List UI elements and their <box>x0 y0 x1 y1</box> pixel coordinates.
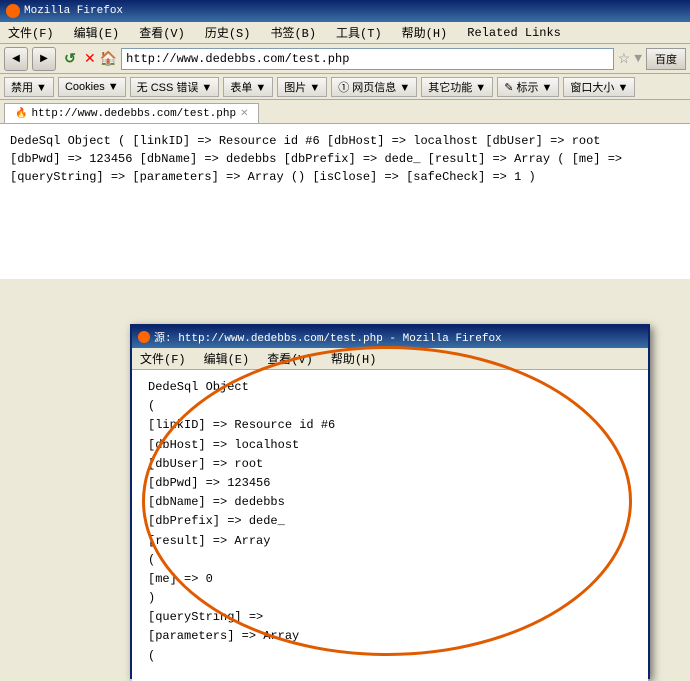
content-line-1: DedeSql Object ( [linkID] => Resource id… <box>10 132 680 150</box>
home-button[interactable]: 🏠 <box>100 50 117 67</box>
popup-line-11: ) <box>148 589 632 608</box>
bookmark-button[interactable]: ☆ <box>618 50 631 67</box>
content-line-3: [queryString] => [parameters] => Array (… <box>10 168 680 186</box>
menu-tools[interactable]: 工具(T) <box>332 23 386 42</box>
popup-line-2: [linkID] => Resource id #6 <box>148 416 632 435</box>
popup-menu-help[interactable]: 帮助(H) <box>327 349 381 368</box>
popup-menu-bar: 文件(F) 编辑(E) 查看(V) 帮助(H) <box>132 348 648 370</box>
popup-title-bar: 源: http://www.dedebbs.com/test.php - Moz… <box>132 326 648 348</box>
popup-menu-edit[interactable]: 编辑(E) <box>200 349 254 368</box>
popup-line-6: [dbName] => dedebbs <box>148 493 632 512</box>
menu-edit[interactable]: 编辑(E) <box>70 23 124 42</box>
menu-history[interactable]: 历史(S) <box>201 23 255 42</box>
url-input[interactable] <box>121 48 613 70</box>
popup-line-10: [me] => 0 <box>148 570 632 589</box>
popup-line-15: ( <box>148 647 632 666</box>
tab-close-button[interactable]: ✕ <box>240 108 248 120</box>
cookies-button[interactable]: Cookies ▼ <box>58 77 126 97</box>
tab-label: http://www.dedebbs.com/test.php <box>31 108 236 120</box>
disable-button[interactable]: 禁用 ▼ <box>4 77 54 97</box>
popup-line-3: [dbHost] => localhost <box>148 436 632 455</box>
forms-button[interactable]: 表单 ▼ <box>223 77 273 97</box>
browser-title: Mozilla Firefox <box>24 5 123 17</box>
back-button[interactable]: ◀ <box>4 47 28 71</box>
popup-firefox-icon <box>138 331 150 343</box>
popup-line-9: ( <box>148 551 632 570</box>
popup-line-4: [dbUser] => root <box>148 455 632 474</box>
pageinfo-button[interactable]: ① 网页信息 ▼ <box>331 77 417 97</box>
stop-button[interactable]: ✕ <box>84 50 96 67</box>
main-area: DedeSql Object ( [linkID] => Resource id… <box>0 124 690 279</box>
menu-bar: 文件(F) 编辑(E) 查看(V) 历史(S) 书签(B) 工具(T) 帮助(H… <box>0 22 690 44</box>
popup-content-area: DedeSql Object ( [linkID] => Resource id… <box>132 370 648 681</box>
search-button[interactable]: 百度 <box>646 48 686 70</box>
menu-file[interactable]: 文件(F) <box>4 23 58 42</box>
browser-title-bar: Mozilla Firefox <box>0 0 690 22</box>
popup-line-7: [dbPrefix] => dede_ <box>148 512 632 531</box>
content-line-2: [dbPwd] => 123456 [dbName] => dedebbs [d… <box>10 150 680 168</box>
forward-button[interactable]: ▶ <box>32 47 56 71</box>
popup-menu-view[interactable]: 查看(V) <box>263 349 317 368</box>
popup-line-0: DedeSql Object <box>148 378 632 397</box>
refresh-button[interactable]: ↺ <box>60 49 80 69</box>
popup-title-text: 源: http://www.dedebbs.com/test.php - Moz… <box>154 329 502 345</box>
windowsize-button[interactable]: 窗口大小 ▼ <box>563 77 635 97</box>
menu-related[interactable]: Related Links <box>463 25 565 41</box>
current-tab[interactable]: 🔥 http://www.dedebbs.com/test.php ✕ <box>4 103 259 123</box>
css-button[interactable]: 无 CSS 错误 ▼ <box>130 77 220 97</box>
popup-line-8: [result] => Array <box>148 532 632 551</box>
menu-bookmarks[interactable]: 书签(B) <box>266 23 320 42</box>
extension-toolbar: 禁用 ▼ Cookies ▼ 无 CSS 错误 ▼ 表单 ▼ 图片 ▼ ① 网页… <box>0 74 690 100</box>
page-content: DedeSql Object ( [linkID] => Resource id… <box>0 124 690 279</box>
popup-line-5: [dbPwd] => 123456 <box>148 474 632 493</box>
images-button[interactable]: 图片 ▼ <box>277 77 327 97</box>
firefox-icon <box>6 4 20 18</box>
popup-window: 源: http://www.dedebbs.com/test.php - Moz… <box>130 324 650 679</box>
tab-bar: 🔥 http://www.dedebbs.com/test.php ✕ <box>0 100 690 124</box>
menu-view[interactable]: 查看(V) <box>135 23 189 42</box>
nav-toolbar: ◀ ▶ ↺ ✕ 🏠 ☆ ▼ 百度 <box>0 44 690 74</box>
mark-button[interactable]: ✎ 标示 ▼ <box>497 77 559 97</box>
popup-line-13: [queryString] => <box>148 608 632 627</box>
misc-button[interactable]: 其它功能 ▼ <box>421 77 493 97</box>
popup-menu-file[interactable]: 文件(F) <box>136 349 190 368</box>
menu-help[interactable]: 帮助(H) <box>398 23 452 42</box>
popup-line-1: ( <box>148 397 632 416</box>
popup-line-14: [parameters] => Array <box>148 627 632 646</box>
